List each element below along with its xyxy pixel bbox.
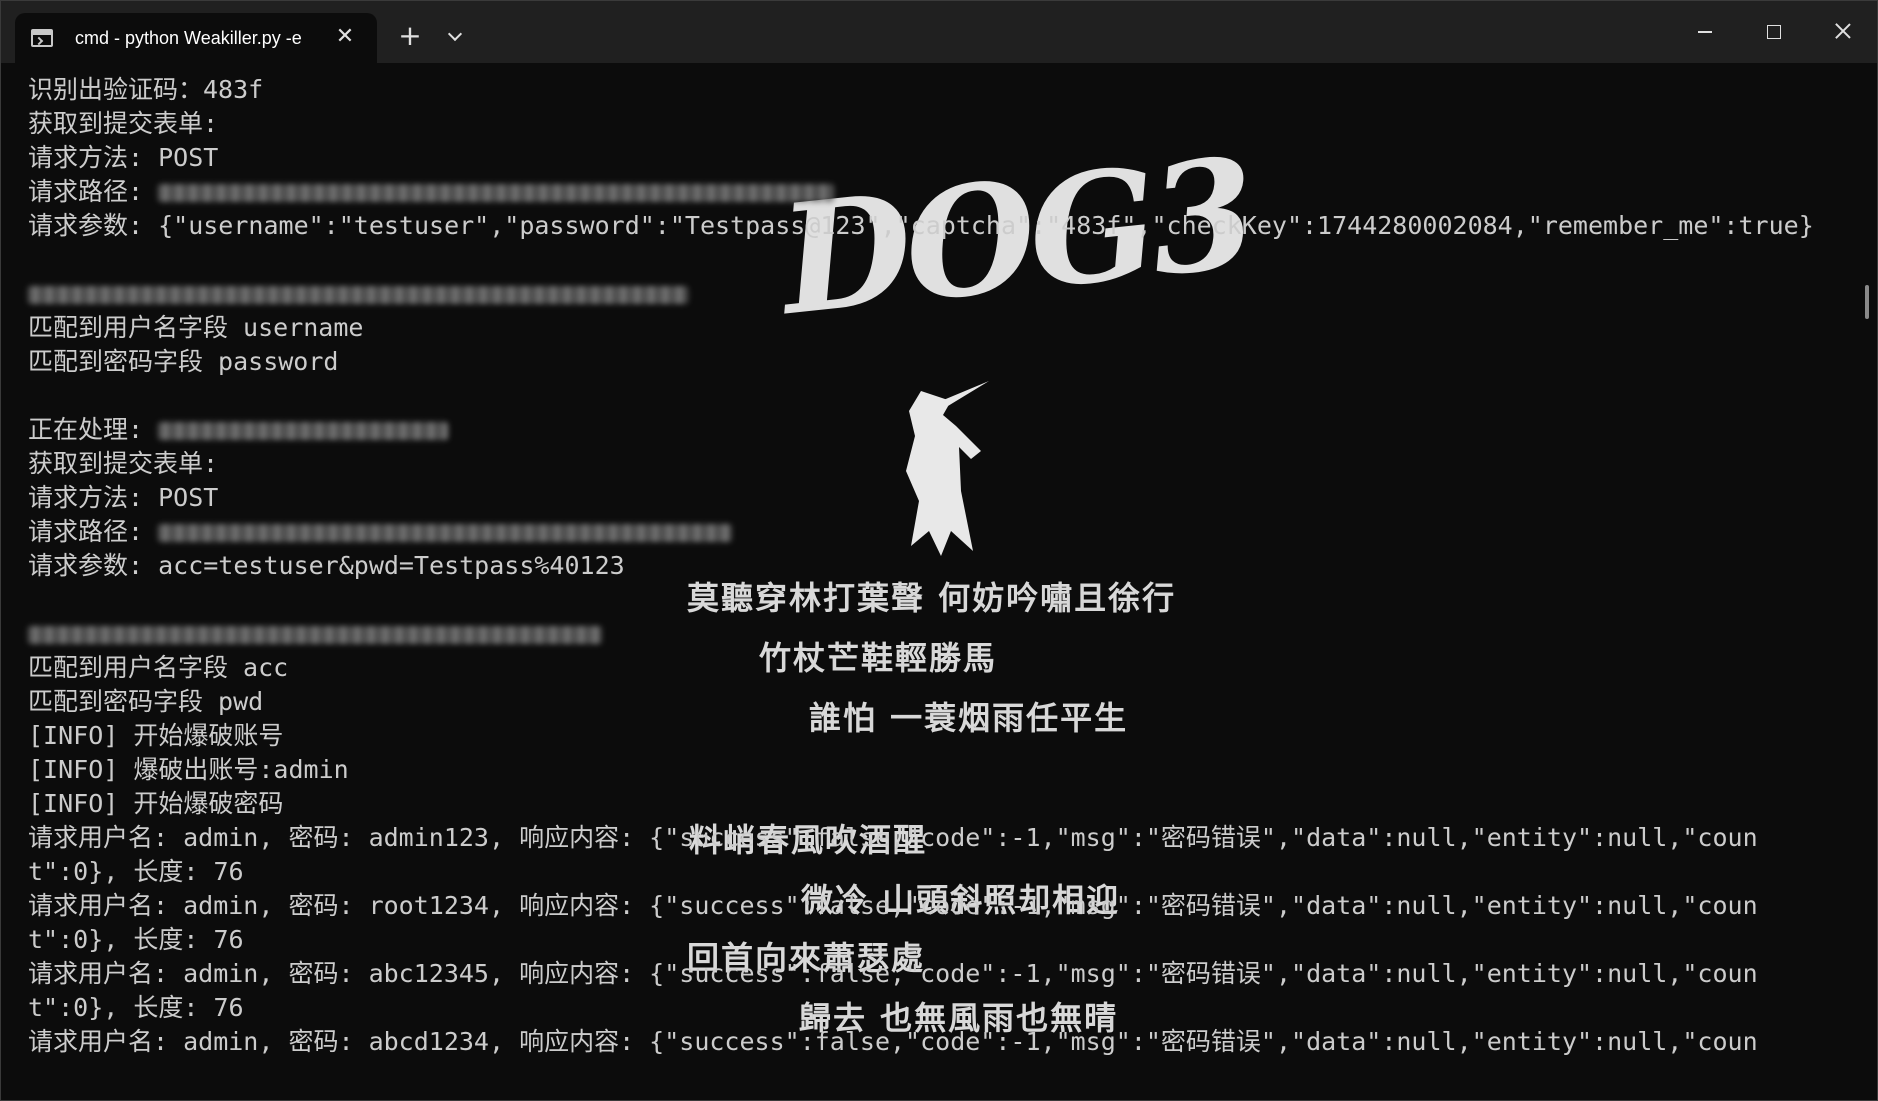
terminal-line: 请求方法: POST (28, 143, 219, 172)
terminal-tab[interactable]: cmd - python Weakiller.py -e ✕ (15, 13, 377, 63)
terminal-line: 请求路径: (28, 175, 1877, 209)
terminal-line: 请求方法: POST (28, 483, 219, 512)
tab-title: cmd - python Weakiller.py -e (75, 27, 302, 48)
tab-close-icon[interactable]: ✕ (335, 26, 355, 48)
terminal-line: t":0}, 长度: 76 (28, 857, 244, 886)
new-tab-button[interactable]: + (393, 19, 427, 53)
title-bar: cmd - python Weakiller.py -e ✕ + (1, 1, 1877, 63)
terminal-line: 请求用户名: admin, 密码: abc12345, 响应内容: {"succ… (28, 959, 1758, 988)
redacted-url (28, 286, 688, 304)
close-window-button[interactable] (1809, 1, 1877, 63)
terminal-line: 匹配到密码字段 pwd (28, 687, 264, 716)
scrollbar[interactable] (1865, 285, 1869, 319)
redacted-url (158, 524, 733, 542)
terminal-output[interactable]: DOG3 莫聽穿林打葉聲 何妨吟嘯且徐行 竹杖芒鞋輕勝馬 誰怕 一蓑烟雨任平生 … (1, 63, 1877, 1100)
redacted-url (28, 626, 602, 644)
terminal-line: 获取到提交表单: (28, 109, 219, 138)
maximize-button[interactable] (1740, 1, 1808, 63)
terminal-line: 获取到提交表单: (28, 449, 219, 478)
terminal-line: t":0}, 长度: 76 (28, 993, 244, 1022)
minimize-button[interactable] (1671, 1, 1739, 63)
terminal-window: cmd - python Weakiller.py -e ✕ + DOG3 莫聽… (0, 0, 1878, 1101)
terminal-line: [INFO] 爆破出账号:admin (28, 755, 349, 784)
redacted-url (158, 184, 835, 202)
terminal-line: 正在处理: (28, 413, 1877, 447)
terminal-line: 匹配到用户名字段 acc (28, 653, 289, 682)
terminal-line: 请求用户名: admin, 密码: admin123, 响应内容: {"succ… (28, 823, 1758, 852)
terminal-line: [INFO] 开始爆破密码 (28, 789, 284, 818)
terminal-line: 请求参数: {"username":"testuser","password":… (28, 211, 1814, 240)
terminal-line: 匹配到密码字段 password (28, 347, 339, 376)
terminal-line: 匹配到用户名字段 username (28, 313, 364, 342)
redacted-url (158, 422, 449, 440)
terminal-line (28, 617, 1877, 651)
terminal-line: t":0}, 长度: 76 (28, 925, 244, 954)
terminal-line: [INFO] 开始爆破账号 (28, 721, 284, 750)
chevron-down-icon[interactable] (439, 19, 473, 53)
terminal-line: 请求用户名: admin, 密码: abcd1234, 响应内容: {"succ… (28, 1027, 1758, 1056)
terminal-line (28, 277, 1877, 311)
terminal-line: 请求用户名: admin, 密码: root1234, 响应内容: {"succ… (28, 891, 1758, 920)
terminal-lines: 识别出验证码：483f 获取到提交表单: 请求方法: POST 请求路径: 请求… (28, 73, 1877, 1059)
terminal-icon (31, 29, 53, 47)
terminal-line: 请求路径: (28, 515, 1877, 549)
terminal-line: 识别出验证码：483f (28, 75, 264, 104)
terminal-line: 请求参数: acc=testuser&pwd=Testpass%40123 (28, 551, 625, 580)
